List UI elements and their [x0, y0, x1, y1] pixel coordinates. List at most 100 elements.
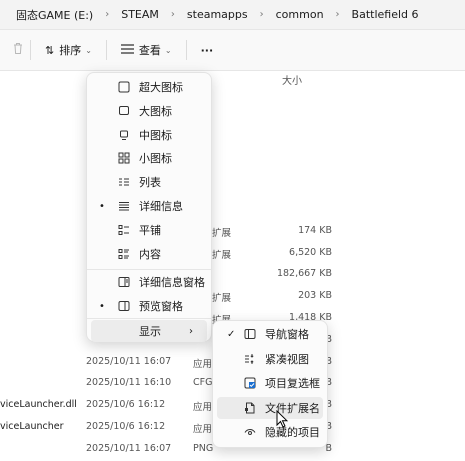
file-type: 应用: [193, 424, 213, 435]
view-menu: 超大图标大图标中图标小图标列表 • 详细信息平铺内容详细信息窗格 • 预览窗格显示 ›: [86, 72, 212, 342]
menu-item-label: 大图标: [139, 104, 172, 118]
file-name: viceLauncher.dll: [0, 399, 77, 411]
file-row[interactable]: 程序扩展 6,520 KB: [0, 243, 465, 265]
view-option-extra-larges-icon[interactable]: 超大图标: [91, 76, 207, 98]
menu-item-label: 隐藏的项目: [265, 426, 320, 439]
file-size: 174 KB: [298, 224, 332, 236]
more-icon: ···: [200, 43, 214, 57]
view-option-list[interactable]: 列表: [91, 171, 207, 193]
extra-large-icons-icon: [117, 80, 131, 94]
large-icons-icon: [117, 104, 131, 118]
file-size: 203 KB: [298, 290, 332, 302]
breadcrumb-steam[interactable]: STEAM: [117, 8, 163, 21]
toolbar-divider: [185, 40, 187, 60]
menu-item-label: 平铺: [139, 223, 161, 237]
navigation-pane-icon: [243, 327, 257, 341]
breadcrumb-steamapps[interactable]: steamapps: [183, 8, 252, 21]
file-row[interactable]: 夹: [0, 177, 465, 199]
item-checkbox-icon: [243, 376, 257, 390]
toolbar-divider: [105, 40, 107, 60]
menu-item-label: 中图标: [139, 128, 172, 142]
show-option-file-extension[interactable]: 文件扩展名: [217, 396, 323, 419]
sort-icon: ⇅: [45, 43, 55, 57]
menu-item-label: 内容: [139, 247, 161, 261]
breadcrumb-common[interactable]: common: [272, 8, 328, 21]
chevron-down-icon: ⌄: [85, 45, 92, 55]
medium-icons-icon: [117, 128, 131, 142]
hidden-items-icon: [243, 425, 257, 439]
view-icon: [120, 43, 134, 57]
view-option-details-pane[interactable]: 详细信息窗格: [91, 271, 207, 293]
breadcrumb-battlefield[interactable]: Battlefield 6: [348, 8, 423, 21]
check-icon: ✓: [227, 328, 236, 340]
show-option-compact-view[interactable]: 紧凑视图: [217, 348, 323, 370]
menu-item-label: 预览窗格: [139, 300, 183, 313]
file-size: 6,520 KB: [289, 246, 332, 258]
view-option-mediums-icon[interactable]: 中图标: [91, 124, 207, 146]
file-row[interactable]: 夹: [0, 112, 465, 134]
view-option-content[interactable]: 内容: [91, 243, 207, 265]
sort-button[interactable]: ⇅ 排序 ⌄: [37, 38, 100, 62]
file-row[interactable]: 程序182,667 KB: [0, 264, 465, 286]
file-date: 2025/10/6 16:12: [86, 399, 166, 411]
chevron-right-icon: ›: [189, 325, 193, 337]
file-row[interactable]: 程序扩展 203 KB: [0, 286, 465, 308]
show-option-navigation-pane[interactable]: ✓ 导航窗格: [217, 323, 323, 345]
file-extension-icon: [243, 401, 257, 415]
view-label: 查看: [138, 44, 161, 57]
selected-bullet-icon: •: [99, 200, 105, 212]
file-row[interactable]: 夹: [0, 90, 465, 112]
more-options-button[interactable]: ···: [193, 38, 222, 62]
chevron-right-icon: ›: [105, 9, 110, 20]
file-type: 应用: [193, 358, 213, 370]
menu-item-label: 项目复选框: [265, 377, 320, 390]
chevron-down-icon: ⌄: [164, 45, 172, 55]
menu-item-label: 超大图标: [139, 81, 183, 94]
details-pane-icon: [117, 275, 131, 289]
sort-label: 排序: [59, 44, 82, 57]
file-row[interactable]: 夹: [0, 155, 465, 177]
content-icon: [117, 247, 131, 261]
menu-item-label: 紧凑视图: [265, 352, 309, 366]
file-row[interactable]: 程序扩展 174 KB: [0, 221, 465, 243]
file-size: 182,667 KB: [276, 268, 332, 280]
menu-item-label: 列表: [139, 176, 161, 190]
preview-pane-icon: [117, 299, 131, 313]
file-row[interactable]: 夹: [0, 199, 465, 221]
view-option-details[interactable]: • 详细信息: [91, 195, 207, 217]
menu-divider: [87, 318, 211, 319]
mouse-cursor-icon: [276, 410, 288, 428]
selected-bullet-icon: •: [99, 300, 105, 312]
small-icons-icon: [117, 151, 131, 165]
view-option-smalls-icon[interactable]: 小图标: [91, 147, 207, 169]
file-date: 2025/10/11 16:10: [86, 377, 172, 389]
trash-icon[interactable]: [12, 42, 24, 58]
size-column-header[interactable]: 大小: [282, 72, 302, 87]
file-date: 2025/10/6 16:12: [86, 421, 166, 432]
menu-item-label: 小图标: [139, 152, 172, 166]
show-option-item-checkbox[interactable]: 项目复选框: [217, 372, 323, 394]
menu-divider: [87, 269, 211, 270]
breadcrumb: 固态GAME (E:) › STEAM › steamapps › common…: [0, 0, 465, 30]
toolbar-divider: [30, 40, 31, 60]
file-type: PNG: [193, 442, 214, 454]
menu-item-label: 详细信息: [139, 200, 183, 213]
breadcrumb-drive[interactable]: 固态GAME (E:): [12, 7, 97, 23]
file-name: viceLauncher: [0, 421, 64, 432]
menu-item-label: 导航窗格: [265, 328, 309, 341]
show-submenu-trigger[interactable]: 显示 ›: [91, 320, 207, 342]
view-option-preview-pane[interactable]: • 预览窗格: [91, 295, 207, 317]
file-date: 2025/10/11 16:07: [86, 442, 172, 454]
view-option-tiles[interactable]: 平铺: [91, 219, 207, 241]
chevron-right-icon: ›: [170, 9, 175, 20]
list-icon: [117, 175, 131, 189]
details-icon: [117, 199, 131, 213]
view-option-larges-icon[interactable]: 大图标: [91, 100, 207, 122]
command-bar: ⇅ 排序 ⌄ 查看 ⌄ ···: [0, 30, 465, 71]
menu-item-label: 详细信息窗格: [139, 276, 205, 289]
show-submenu: ✓ 导航窗格紧凑视图项目复选框文件扩展名隐藏的项目: [212, 320, 328, 448]
view-button[interactable]: 查看 ⌄: [113, 38, 180, 62]
chevron-right-icon: ›: [335, 9, 340, 20]
show-option-hidden-items[interactable]: 隐藏的项目: [217, 421, 323, 443]
file-row[interactable]: 夹: [0, 134, 465, 156]
